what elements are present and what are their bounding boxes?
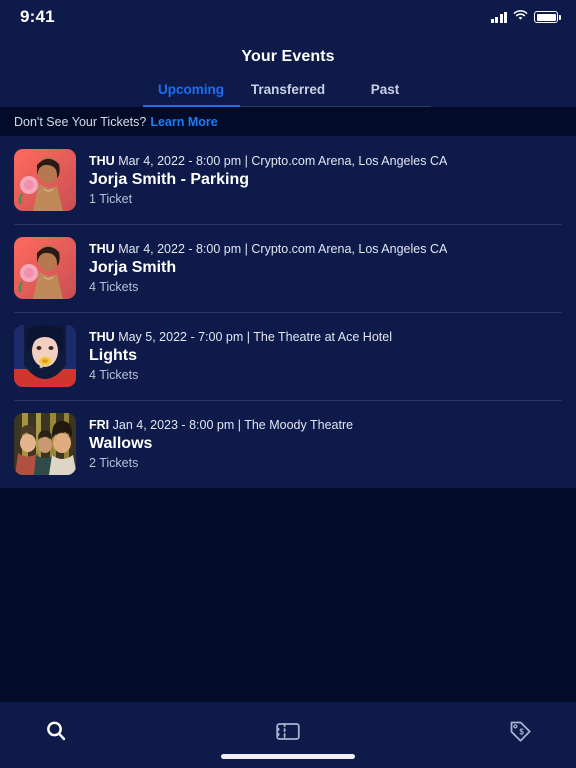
event-meta: THU May 5, 2022 - 7:00 pm | The Theatre … bbox=[89, 330, 392, 344]
event-venue: The Theatre at Ace Hotel bbox=[253, 330, 392, 344]
tab-past[interactable]: Past bbox=[337, 82, 434, 107]
tab-bar: Upcoming Transferred Past bbox=[0, 70, 576, 107]
event-day-of-week: THU bbox=[89, 242, 115, 256]
nav-deals-button[interactable]: $ bbox=[502, 714, 538, 748]
event-ticket-count: 1 Ticket bbox=[89, 192, 133, 206]
ticket-icon bbox=[276, 721, 300, 742]
wifi-icon bbox=[513, 8, 528, 26]
event-datetime: Mar 4, 2022 - 8:00 pm bbox=[118, 242, 242, 256]
event-details: THU May 5, 2022 - 7:00 pm | The Theatre … bbox=[89, 330, 392, 382]
event-details: THU Mar 4, 2022 - 8:00 pm | Crypto.com A… bbox=[89, 154, 447, 206]
event-list-item[interactable]: THU Mar 4, 2022 - 8:00 pm | Crypto.com A… bbox=[0, 224, 576, 312]
learn-more-link[interactable]: Learn More bbox=[150, 115, 217, 129]
event-list-item[interactable]: THU May 5, 2022 - 7:00 pm | The Theatre … bbox=[0, 312, 576, 400]
event-meta-separator: | bbox=[241, 242, 252, 256]
nav-tickets-button[interactable] bbox=[270, 714, 306, 748]
status-time: 9:41 bbox=[20, 7, 55, 26]
cellular-signal-icon bbox=[490, 11, 507, 23]
missing-tickets-banner: Don't See Your Tickets? Learn More bbox=[0, 107, 576, 136]
event-meta: THU Mar 4, 2022 - 8:00 pm | Crypto.com A… bbox=[89, 154, 447, 168]
event-meta: FRI Jan 4, 2023 - 8:00 pm | The Moody Th… bbox=[89, 418, 353, 432]
event-list-item[interactable]: FRI Jan 4, 2023 - 8:00 pm | The Moody Th… bbox=[0, 400, 576, 488]
bottom-navigation-bar: $ bbox=[0, 702, 576, 768]
event-datetime: Jan 4, 2023 - 8:00 pm bbox=[112, 418, 235, 432]
svg-text:$: $ bbox=[519, 727, 524, 736]
event-venue: Crypto.com Arena, Los Angeles CA bbox=[251, 154, 448, 168]
jorja-smith-artwork bbox=[14, 237, 76, 299]
status-bar: 9:41 bbox=[0, 0, 576, 34]
page-header: Your Events Upcoming Transferred Past bbox=[0, 34, 576, 107]
tab-upcoming[interactable]: Upcoming bbox=[142, 82, 240, 107]
event-meta-separator: | bbox=[241, 154, 252, 168]
event-name: Wallows bbox=[89, 435, 153, 452]
event-datetime: May 5, 2022 - 7:00 pm bbox=[118, 330, 244, 344]
event-datetime: Mar 4, 2022 - 8:00 pm bbox=[118, 154, 242, 168]
event-list-item[interactable]: THU Mar 4, 2022 - 8:00 pm | Crypto.com A… bbox=[0, 136, 576, 224]
event-name: Lights bbox=[89, 347, 137, 364]
event-meta: THU Mar 4, 2022 - 8:00 pm | Crypto.com A… bbox=[89, 242, 447, 256]
lights-artwork bbox=[14, 325, 76, 387]
event-venue: The Moody Theatre bbox=[244, 418, 354, 432]
nav-search-button[interactable] bbox=[38, 714, 74, 748]
event-ticket-count: 4 Tickets bbox=[89, 368, 139, 382]
status-icons bbox=[490, 8, 561, 26]
event-ticket-count: 2 Tickets bbox=[89, 456, 139, 470]
tab-transferred[interactable]: Transferred bbox=[240, 82, 337, 107]
event-details: THU Mar 4, 2022 - 8:00 pm | Crypto.com A… bbox=[89, 242, 447, 294]
event-venue: Crypto.com Arena, Los Angeles CA bbox=[251, 242, 448, 256]
event-meta-separator: | bbox=[243, 330, 254, 344]
empty-content-area bbox=[0, 488, 576, 702]
event-meta-separator: | bbox=[234, 418, 245, 432]
event-name: Jorja Smith bbox=[89, 259, 177, 276]
event-ticket-count: 4 Tickets bbox=[89, 280, 139, 294]
missing-tickets-text: Don't See Your Tickets? bbox=[14, 114, 147, 129]
event-day-of-week: FRI bbox=[89, 418, 110, 432]
event-day-of-week: THU bbox=[89, 154, 115, 168]
app-screen: 9:41 Your Events Upcoming Transferred Pa… bbox=[0, 0, 576, 768]
event-day-of-week: THU bbox=[89, 330, 115, 344]
home-indicator bbox=[221, 754, 355, 759]
event-details: FRI Jan 4, 2023 - 8:00 pm | The Moody Th… bbox=[89, 418, 353, 470]
battery-icon bbox=[534, 11, 561, 23]
wallows-artwork bbox=[14, 413, 76, 475]
jorja-smith-artwork bbox=[14, 149, 76, 211]
page-title: Your Events bbox=[241, 48, 335, 65]
price-tag-icon: $ bbox=[509, 720, 532, 743]
event-name: Jorja Smith - Parking bbox=[89, 171, 250, 188]
event-list: THU Mar 4, 2022 - 8:00 pm | Crypto.com A… bbox=[0, 136, 576, 488]
search-icon bbox=[45, 720, 67, 742]
